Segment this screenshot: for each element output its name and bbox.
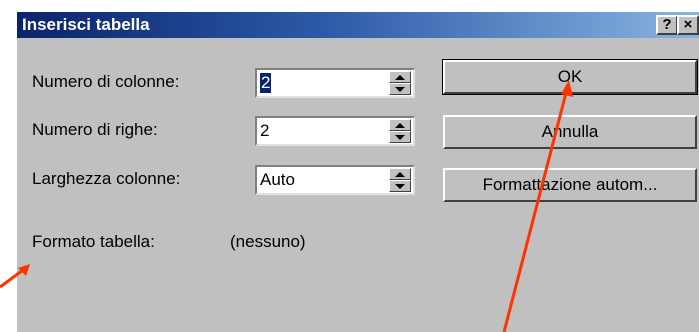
cancel-button[interactable]: Annulla — [443, 115, 697, 149]
insert-table-dialog: Inserisci tabella ? × Numero di colonne:… — [17, 12, 699, 332]
arrow-up-icon — [395, 172, 405, 177]
columns-decrement-button[interactable] — [389, 83, 411, 95]
columns-value[interactable]: 2 — [260, 73, 272, 93]
arrow-down-icon — [395, 184, 405, 189]
arrow-down-icon — [395, 87, 405, 92]
rows-spinner[interactable]: 2 — [255, 116, 415, 146]
columns-spin-buttons[interactable] — [389, 71, 411, 95]
width-value[interactable]: Auto — [260, 170, 295, 190]
width-spin-buttons[interactable] — [389, 168, 411, 192]
columns-label: Numero di colonne: — [32, 72, 180, 91]
rows-spin-buttons[interactable] — [389, 119, 411, 143]
rows-increment-button[interactable] — [389, 119, 411, 131]
ok-button[interactable]: OK — [442, 59, 698, 95]
columns-spinner[interactable]: 2 — [255, 68, 415, 98]
rows-value[interactable]: 2 — [260, 121, 269, 141]
width-increment-button[interactable] — [389, 168, 411, 180]
width-spinner[interactable]: Auto — [255, 165, 415, 195]
format-label: Formato tabella: — [32, 232, 155, 251]
arrow-up-icon — [395, 123, 405, 128]
help-button[interactable]: ? — [656, 15, 678, 35]
arrow-up-icon — [395, 75, 405, 80]
width-label: Larghezza colonne: — [32, 169, 181, 188]
arrow-down-icon — [395, 135, 405, 140]
rows-label: Numero di righe: — [32, 120, 158, 139]
width-decrement-button[interactable] — [389, 180, 411, 192]
dialog-title-bar[interactable]: Inserisci tabella ? × — [17, 12, 699, 38]
close-button[interactable]: × — [677, 15, 699, 35]
autoformat-button[interactable]: Formattazione autom... — [443, 168, 697, 202]
dialog-title: Inserisci tabella — [22, 15, 150, 34]
format-value: (nessuno) — [230, 232, 306, 251]
rows-decrement-button[interactable] — [389, 131, 411, 143]
columns-increment-button[interactable] — [389, 71, 411, 83]
